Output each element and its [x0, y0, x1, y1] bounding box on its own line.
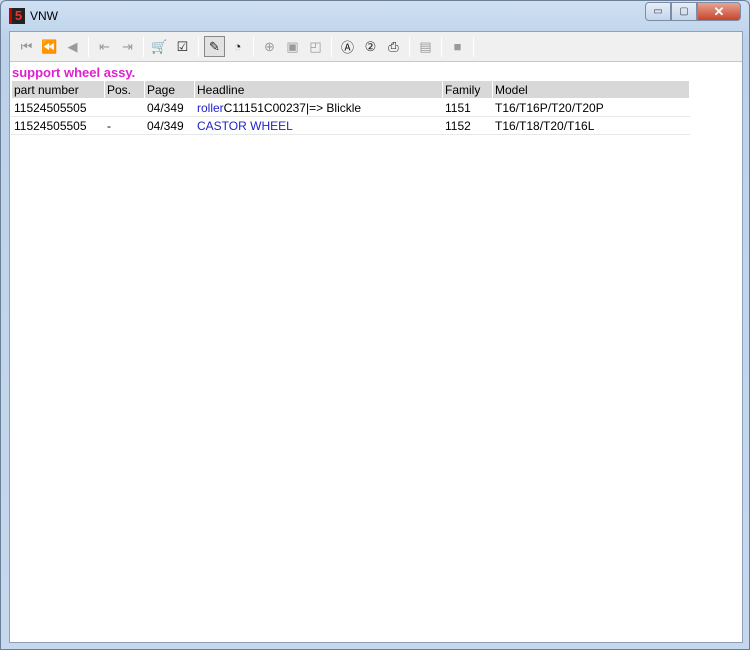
page: 04/349: [144, 116, 195, 135]
model: T16/T16P/T20/T20P: [492, 98, 690, 117]
title-bar: 5 VNW: [9, 7, 58, 25]
page-corner-icon[interactable]: ◰: [305, 36, 326, 57]
window-title: VNW: [30, 9, 58, 23]
rewind-icon[interactable]: ⏪: [39, 36, 60, 57]
family: 1151: [442, 98, 493, 117]
col-pos[interactable]: Pos.: [104, 80, 145, 99]
parts-table: part number Pos. Page Headline Family Mo…: [11, 80, 690, 135]
headline-link[interactable]: roller: [197, 101, 224, 115]
back-icon[interactable]: ◀: [62, 36, 83, 57]
page-icon[interactable]: ▣: [282, 36, 303, 57]
history-icon[interactable]: ◔: [227, 36, 248, 57]
first-icon[interactable]: ⏮: [16, 36, 37, 57]
close-button[interactable]: ✕: [697, 2, 741, 21]
table-row[interactable]: 11524505505 04/349 rollerC11151C00237|=>…: [11, 98, 690, 117]
toolbar-separator: [253, 36, 254, 57]
next-doc-icon[interactable]: ⇥: [117, 36, 138, 57]
search-2-icon[interactable]: ②: [360, 36, 381, 57]
minimize-button[interactable]: ▭: [645, 2, 671, 21]
headline-link[interactable]: CASTOR WHEEL: [197, 119, 293, 133]
col-part-number[interactable]: part number: [11, 80, 105, 99]
window-frame: 5 VNW ▭ ▢ ✕ ⏮ ⏪ ◀ ⇤ ⇥ 🛒 ☑ ✎ ◔ ⊕ ▣ ◰ Ⓐ ② ⎙ ▤ ■ support wh…: [0, 0, 750, 650]
table-header: part number Pos. Page Headline Family Mo…: [11, 80, 690, 99]
maximize-button[interactable]: ▢: [671, 2, 697, 21]
notes-icon[interactable]: ▤: [415, 36, 436, 57]
toolbar-separator: [441, 36, 442, 57]
toolbar: ⏮ ⏪ ◀ ⇤ ⇥ 🛒 ☑ ✎ ◔ ⊕ ▣ ◰ Ⓐ ② ⎙ ▤ ■: [10, 32, 742, 62]
zoom-in-icon[interactable]: ⊕: [259, 36, 280, 57]
toolbar-separator: [331, 36, 332, 57]
cart-icon[interactable]: 🛒: [149, 36, 170, 57]
stop-icon[interactable]: ■: [447, 36, 468, 57]
pos: -: [104, 116, 145, 135]
col-family[interactable]: Family: [442, 80, 493, 99]
part-number: 11524505505: [11, 98, 105, 117]
headline: CASTOR WHEEL: [194, 116, 443, 135]
checklist-icon[interactable]: ☑: [172, 36, 193, 57]
col-page[interactable]: Page: [144, 80, 195, 99]
model: T16/T18/T20/T16L: [492, 116, 690, 135]
headline-text: C11151C00237|=> Blickle: [223, 100, 362, 115]
family: 1152: [442, 116, 493, 135]
print-icon[interactable]: ⎙: [383, 36, 404, 57]
pos: [104, 98, 145, 117]
part-number: 11524505505: [11, 116, 105, 135]
toolbar-separator: [88, 36, 89, 57]
table-row[interactable]: 11524505505 - 04/349 CASTOR WHEEL 1152 T…: [11, 116, 690, 135]
client-area: ⏮ ⏪ ◀ ⇤ ⇥ 🛒 ☑ ✎ ◔ ⊕ ▣ ◰ Ⓐ ② ⎙ ▤ ■ support wheel assy. pa…: [9, 31, 743, 643]
section-heading: support wheel assy.: [12, 65, 136, 80]
col-model[interactable]: Model: [492, 80, 690, 99]
toolbar-separator: [143, 36, 144, 57]
toolbar-separator: [473, 36, 474, 57]
col-headline[interactable]: Headline: [194, 80, 443, 99]
app-logo-icon: 5: [9, 8, 25, 24]
headline: rollerC11151C00237|=> Blickle: [194, 98, 443, 117]
search-a-icon[interactable]: Ⓐ: [337, 36, 358, 57]
tool-icon[interactable]: ✎: [204, 36, 225, 57]
toolbar-separator: [409, 36, 410, 57]
prev-doc-icon[interactable]: ⇤: [94, 36, 115, 57]
toolbar-separator: [198, 36, 199, 57]
page: 04/349: [144, 98, 195, 117]
